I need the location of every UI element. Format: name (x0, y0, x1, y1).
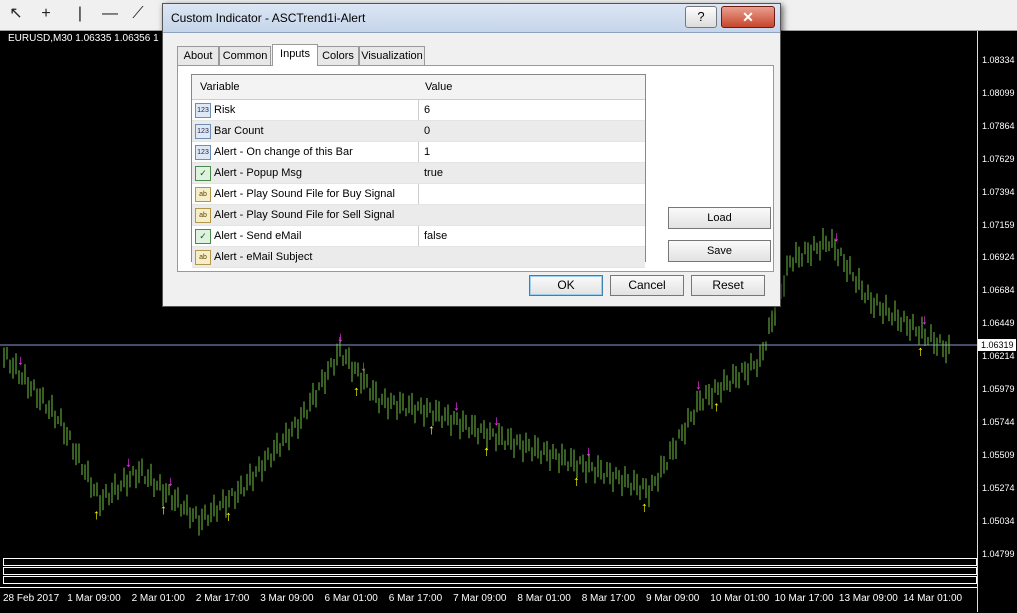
time-label: 2 Mar 17:00 (195, 593, 250, 604)
time-label: 10 Mar 17:00 (774, 593, 834, 604)
reset-button[interactable]: Reset (691, 275, 765, 296)
time-axis: 28 Feb 2017 1 Mar 09:00 2 Mar 01:00 2 Mar 1… (0, 587, 977, 613)
time-label: 28 Feb 2017 (3, 593, 60, 604)
time-label: 6 Mar 17:00 (388, 593, 443, 604)
tab-colors[interactable]: Colors (317, 46, 359, 65)
sell-arrow-icon: ↓ (453, 397, 460, 413)
price-tick: 1.06214 (982, 351, 1015, 362)
sell-arrow-icon: ↓ (493, 412, 500, 428)
time-label: 10 Mar 01:00 (710, 593, 770, 604)
buy-arrow-icon: ↑ (353, 383, 360, 399)
price-axis: 1.08334 1.08099 1.07864 1.07629 1.07394 1.071… (977, 31, 1017, 612)
tab-about[interactable]: About (177, 46, 219, 65)
buy-arrow-icon: ↑ (713, 398, 720, 414)
dialog-title: Custom Indicator - ASCTrend1i-Alert (171, 11, 366, 25)
boolean-type-icon: ✓ (195, 229, 211, 244)
column-header-variable: Variable (200, 81, 240, 93)
time-label: 9 Mar 09:00 (646, 593, 700, 604)
sell-arrow-icon: ↓ (360, 357, 367, 373)
tab-inputs[interactable]: Inputs (272, 44, 318, 66)
table-row[interactable]: 123 Risk 6 (192, 100, 645, 121)
table-row[interactable]: 123 Alert - On change of this Bar 1 (192, 142, 645, 163)
custom-indicator-dialog: Custom Indicator - ASCTrend1i-Alert ? ✕ … (162, 3, 781, 307)
table-row[interactable]: ✓ Alert - Popup Msg true (192, 163, 645, 184)
price-tick: 1.07394 (982, 186, 1015, 197)
tab-visualization[interactable]: Visualization (359, 46, 425, 65)
time-label: 7 Mar 09:00 (453, 593, 507, 604)
time-label: 3 Mar 09:00 (260, 593, 314, 604)
number-type-icon: 123 (195, 124, 211, 139)
cursor-icon[interactable]: ↖ (6, 4, 26, 24)
table-row[interactable]: 123 Bar Count 0 (192, 121, 645, 142)
save-button[interactable]: Save (668, 240, 771, 262)
time-label: 1 Mar 09:00 (67, 593, 121, 604)
table-row[interactable]: ✓ Alert - Send eMail false (192, 226, 645, 247)
price-tick: 1.07864 (982, 120, 1015, 131)
sell-arrow-icon: ↓ (695, 376, 702, 392)
price-tick: 1.05979 (982, 384, 1015, 394)
price-tick: 1.08099 (982, 87, 1015, 98)
price-tick: 1.05509 (982, 449, 1015, 460)
time-label: 6 Mar 01:00 (324, 593, 378, 604)
horizontal-line-icon[interactable]: — (100, 4, 120, 24)
buy-arrow-icon: ↑ (428, 421, 435, 437)
time-label: 8 Mar 01:00 (517, 593, 571, 604)
table-row[interactable]: ab Alert - Play Sound File for Sell Sign… (192, 205, 645, 226)
trendline-icon[interactable]: ⟋ (128, 4, 148, 24)
sell-arrow-icon: ↓ (17, 352, 24, 368)
sell-arrow-icon: ↓ (167, 473, 174, 489)
cancel-button[interactable]: Cancel (610, 275, 684, 296)
indicator-subwindow (3, 558, 977, 585)
table-row[interactable]: ab Alert - Play Sound File for Buy Signa… (192, 184, 645, 205)
boolean-type-icon: ✓ (195, 166, 211, 181)
buy-arrow-icon: ↑ (93, 506, 100, 522)
string-type-icon: ab (195, 250, 211, 265)
string-type-icon: ab (195, 208, 211, 223)
help-button[interactable]: ? (685, 6, 717, 28)
dialog-titlebar[interactable]: Custom Indicator - ASCTrend1i-Alert ? ✕ (163, 4, 780, 33)
buy-arrow-icon: ↑ (641, 498, 648, 514)
load-button[interactable]: Load (668, 207, 771, 229)
vertical-line-icon[interactable]: | (70, 4, 90, 24)
number-type-icon: 123 (195, 103, 211, 118)
sell-arrow-icon: ↓ (833, 228, 840, 244)
column-header-value: Value (425, 81, 453, 93)
sell-arrow-icon: ↓ (337, 329, 344, 345)
time-label: 2 Mar 01:00 (131, 593, 185, 604)
price-tick: 1.07629 (982, 153, 1015, 164)
price-tick: 1.04799 (982, 548, 1015, 559)
price-tick: 1.06684 (982, 285, 1015, 296)
string-type-icon: ab (195, 187, 211, 202)
current-price-label: 1.06319 (978, 339, 1016, 351)
number-type-icon: 123 (195, 145, 211, 160)
time-label: 14 Mar 01:00 (903, 593, 963, 604)
buy-arrow-icon: ↑ (917, 343, 924, 359)
close-button[interactable]: ✕ (721, 6, 775, 28)
sell-arrow-icon: ↓ (585, 443, 592, 459)
inputs-table: Variable Value 123 Risk 6 123 Bar Count … (191, 74, 646, 268)
inputs-panel: Variable Value 123 Risk 6 123 Bar Count … (177, 65, 774, 272)
price-tick: 1.05034 (982, 515, 1015, 526)
table-header: Variable Value (192, 75, 645, 100)
buy-arrow-icon: ↑ (225, 508, 232, 524)
price-tick: 1.05744 (982, 416, 1015, 427)
price-tick: 1.08334 (982, 55, 1015, 65)
tab-common[interactable]: Common (219, 46, 271, 65)
buy-arrow-icon: ↑ (160, 501, 167, 517)
sell-arrow-icon: ↓ (921, 311, 928, 327)
price-tick: 1.05274 (982, 482, 1015, 493)
price-tick: 1.06449 (982, 318, 1015, 329)
crosshair-icon[interactable]: + (36, 4, 56, 24)
sell-arrow-icon: ↓ (125, 454, 132, 470)
table-row[interactable]: ab Alert - eMail Subject (192, 247, 645, 268)
price-tick: 1.07159 (982, 219, 1015, 230)
buy-arrow-icon: ↑ (483, 443, 490, 459)
buy-arrow-icon: ↑ (573, 473, 580, 489)
time-label: 8 Mar 17:00 (581, 593, 636, 604)
time-label: 13 Mar 09:00 (838, 593, 898, 604)
price-tick: 1.06924 (982, 252, 1015, 263)
ok-button[interactable]: OK (529, 275, 603, 296)
